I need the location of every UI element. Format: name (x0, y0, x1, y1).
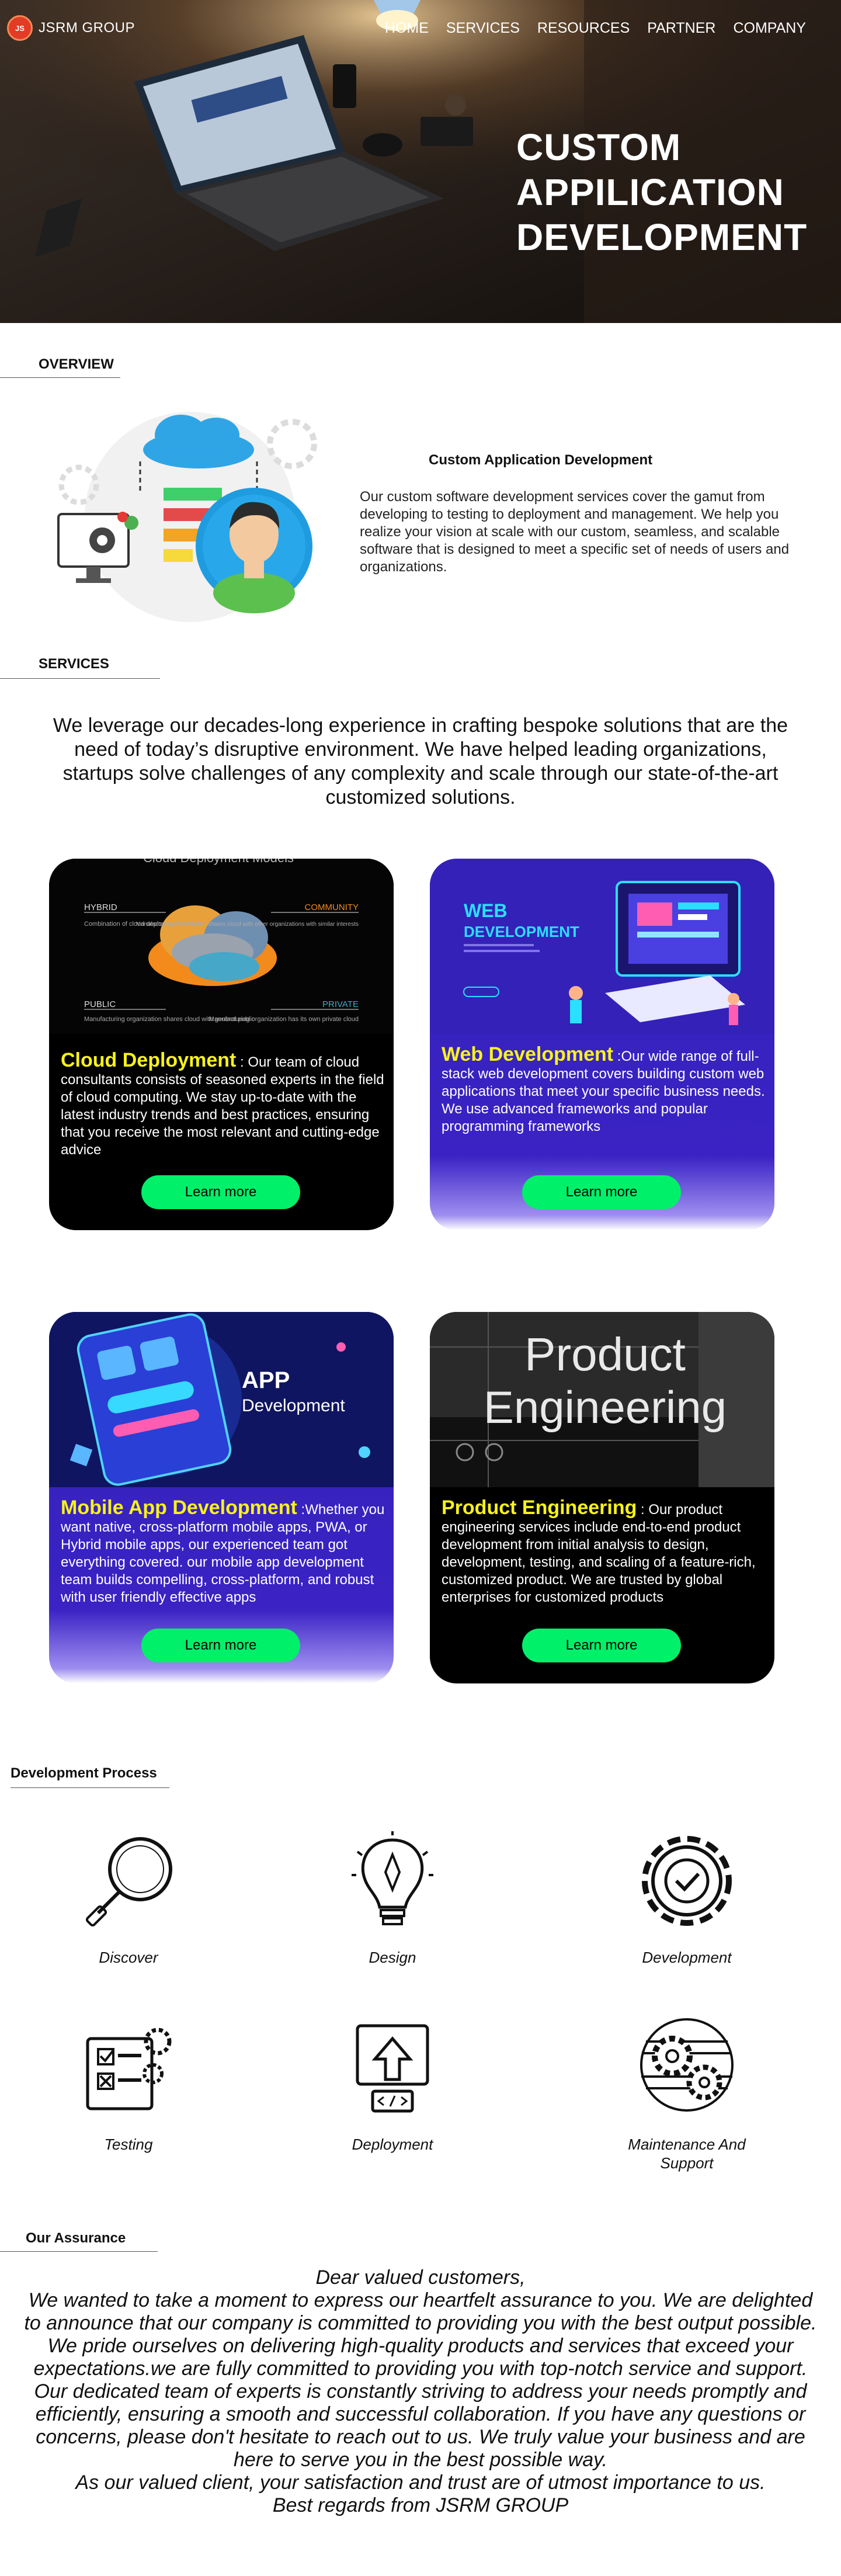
magnifier-icon (85, 1837, 172, 1927)
learn-more-button[interactable]: Learn more (141, 1629, 300, 1662)
nav-resources[interactable]: RESOURCES (537, 20, 630, 37)
process-step-testing: Testing (53, 2015, 204, 2154)
process-step-development: Development (611, 1828, 763, 1967)
assurance-heading: Our Assurance (26, 2230, 126, 2246)
assurance-underline (0, 2251, 158, 2252)
brand-logo[interactable]: JS JSRM GROUP (7, 15, 135, 41)
card-heading: Mobile App Development (61, 1497, 297, 1519)
process-underline (11, 1787, 169, 1788)
cloud-deployment-image: Cloud Deployment Models HYBRID Combinati… (49, 859, 394, 1034)
process-label: Testing (104, 2136, 153, 2153)
hero-title-line: CUSTOM (516, 126, 682, 168)
gear-check-icon (642, 1836, 732, 1926)
services-intro: We leverage our decades-long experience … (53, 714, 788, 808)
product-image-title-2: Engineering (484, 1381, 727, 1433)
card-description: Mobile App Development :Whether you want… (61, 1497, 385, 1606)
hero-title: CUSTOM APPILICATION DEVELOPMENT (516, 125, 832, 260)
assurance-letter: Dear valued customers, We wanted to take… (23, 2266, 818, 2517)
mobile-app-image: APP Development (49, 1312, 394, 1487)
overview-title: Custom Application Development (429, 452, 653, 468)
service-card-product: Product Engineering Product Engineering … (430, 1312, 774, 1683)
card-heading: Product Engineering (442, 1497, 637, 1519)
assurance-body: We wanted to take a moment to express ou… (24, 2289, 817, 2471)
nav-home[interactable]: HOME (385, 20, 429, 37)
web-development-image: WEB DEVELOPMENT (430, 859, 774, 1034)
process-label: Discover (99, 1949, 158, 1966)
logo-badge: JS (7, 15, 33, 41)
nav-company[interactable]: COMPANY (733, 20, 806, 37)
process-step-maintenance: Maintenance And Support (611, 2015, 763, 2172)
learn-more-button[interactable]: Learn more (141, 1175, 300, 1209)
hero-title-line: APPILICATION (516, 171, 784, 213)
product-image-title-1: Product (524, 1328, 686, 1380)
assurance-signoff: Best regards from JSRM GROUP (272, 2494, 569, 2516)
hero-title-line: DEVELOPMENT (516, 216, 808, 258)
process-step-discover: Discover (53, 1828, 204, 1967)
web-image-title-2: DEVELOPMENT (464, 923, 579, 940)
web-image-title-1: WEB (464, 900, 508, 921)
gears-circle-icon (640, 2018, 734, 2112)
assurance-greeting: Dear valued customers, (315, 2266, 526, 2289)
mobile-image-title-1: APP (242, 1367, 290, 1393)
cloud-image-private-desc: Manufacturing organization has its own p… (209, 1016, 359, 1023)
services-heading: SERVICES (39, 656, 109, 672)
process-label: Design (369, 1949, 416, 1966)
learn-more-button[interactable]: Learn more (522, 1629, 681, 1662)
cloud-image-community: COMMUNITY (305, 902, 359, 912)
cloud-image-public: PUBLIC (84, 999, 116, 1009)
process-label: Maintenance And Support (628, 2136, 746, 2172)
service-card-mobile: APP Development Mobile App Development :… (49, 1312, 394, 1683)
nav-services[interactable]: SERVICES (446, 20, 520, 37)
process-label: Development (642, 1949, 732, 1966)
services-underline (0, 678, 160, 679)
lightbulb-pen-icon (352, 1831, 433, 1925)
top-navigation: JS JSRM GROUP HOME SERVICES RESOURCES PA… (0, 13, 841, 48)
nav-partner[interactable]: PARTNER (647, 20, 715, 37)
service-card-web: WEB DEVELOPMENT Web Development :Our wid… (430, 859, 774, 1230)
overview-heading: OVERVIEW (39, 356, 114, 372)
mobile-image-title-2: Development (242, 1396, 345, 1415)
cloud-image-community-desc: Manufacturing organization shares cloud … (136, 921, 359, 928)
card-description: Cloud Deployment : Our team of cloud con… (61, 1049, 385, 1159)
overview-illustration (57, 412, 317, 622)
checklist-gears-icon (86, 2028, 172, 2110)
cloud-image-title: Cloud Deployment Models (143, 859, 294, 865)
card-heading: Cloud Deployment (61, 1049, 237, 1071)
overview-underline (0, 377, 120, 378)
cloud-image-private: PRIVATE (322, 999, 359, 1009)
learn-more-button[interactable]: Learn more (522, 1175, 681, 1209)
overview-body: Our custom software development services… (360, 489, 790, 575)
process-step-design: Design (317, 1828, 468, 1967)
cloud-image-hybrid: HYBRID (84, 902, 117, 912)
process-heading: Development Process (11, 1765, 157, 1781)
process-label: Deployment (352, 2136, 433, 2153)
hero-banner: JS JSRM GROUP HOME SERVICES RESOURCES PA… (0, 0, 841, 323)
assurance-closing: As our valued client, your satisfaction … (75, 2471, 766, 2494)
nav-menu: HOME SERVICES RESOURCES PARTNER COMPANY (385, 20, 806, 37)
process-step-deployment: Deployment (317, 2015, 468, 2154)
card-heading: Web Development (442, 1043, 614, 1065)
product-engineering-image: Product Engineering (430, 1312, 774, 1487)
card-description: Product Engineering : Our product engine… (442, 1497, 766, 1606)
brand-name: JSRM GROUP (39, 20, 135, 36)
upload-monitor-icon (356, 2024, 429, 2113)
service-card-cloud: Cloud Deployment Models HYBRID Combinati… (49, 859, 394, 1230)
card-description: Web Development :Our wide range of full-… (442, 1043, 766, 1136)
